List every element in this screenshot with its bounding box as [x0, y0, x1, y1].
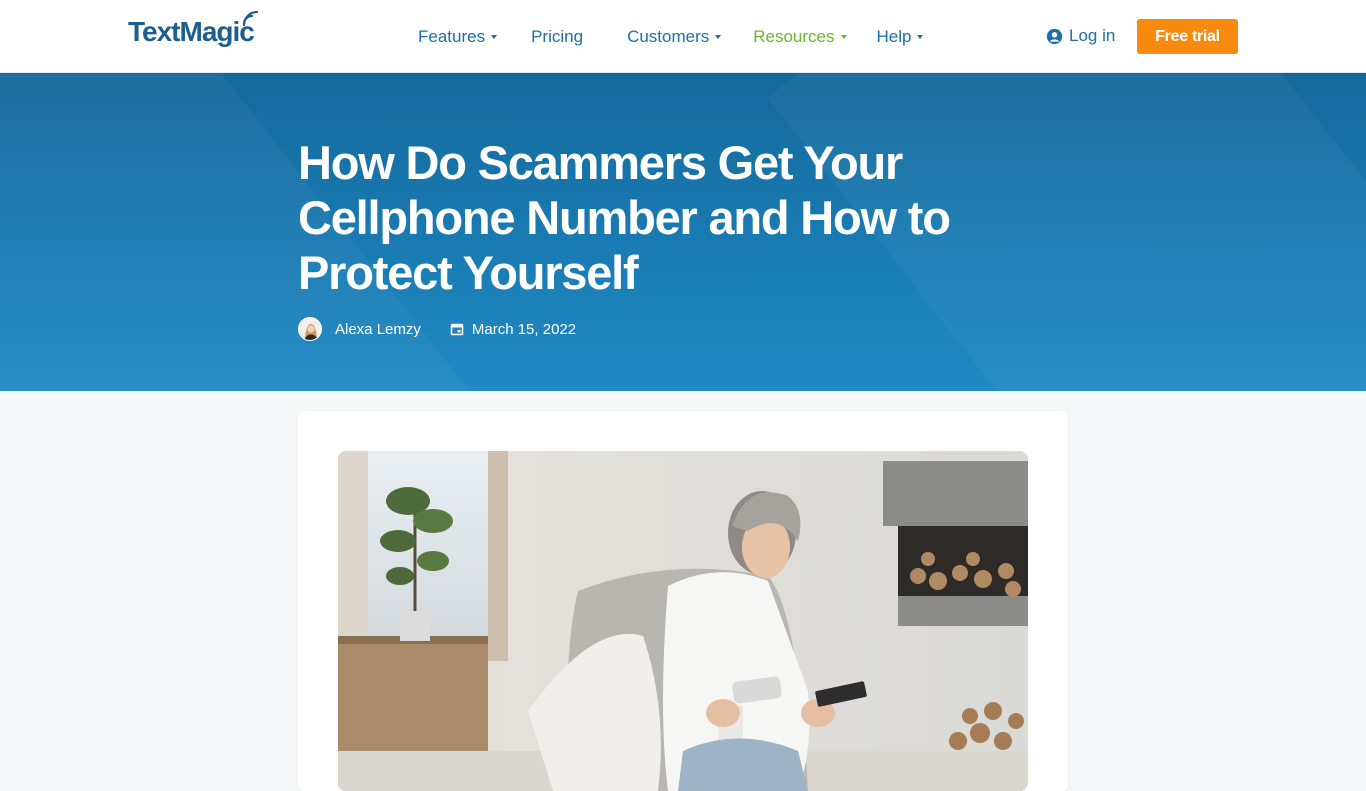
- free-trial-button[interactable]: Free trial: [1137, 19, 1238, 54]
- site-header: TextMagic Features Pricing Customers Res…: [0, 0, 1366, 73]
- article-meta: Alexa Lemzy March 15, 2022: [298, 317, 576, 341]
- nav-resources[interactable]: Resources: [753, 26, 847, 48]
- nav-resources-label: Resources: [753, 27, 835, 46]
- main-nav: Features Pricing Customers Resources Hel…: [418, 26, 924, 48]
- nav-features[interactable]: Features: [418, 26, 498, 48]
- calendar-icon: [450, 323, 464, 336]
- nav-help[interactable]: Help: [877, 26, 924, 48]
- logo[interactable]: TextMagic: [128, 10, 259, 48]
- login-link[interactable]: Log in: [1046, 26, 1115, 46]
- login-label: Log in: [1069, 26, 1116, 45]
- nav-customers-label: Customers: [627, 27, 710, 46]
- chevron-down-icon: [840, 35, 847, 39]
- chevron-down-icon: [715, 35, 722, 39]
- nav-pricing[interactable]: Pricing: [531, 26, 583, 48]
- signal-icon: [242, 10, 259, 27]
- author-avatar[interactable]: [298, 317, 322, 341]
- chevron-down-icon: [917, 35, 924, 39]
- article-body-card: [298, 411, 1068, 791]
- nav-customers[interactable]: Customers: [627, 26, 722, 48]
- chevron-down-icon: [491, 35, 498, 39]
- featured-image-illustration: [338, 451, 1028, 791]
- publish-date: March 15, 2022: [471, 320, 577, 338]
- author-name[interactable]: Alexa Lemzy: [335, 321, 421, 338]
- logo-text: TextMagic: [128, 16, 255, 47]
- article-featured-image: [338, 451, 1028, 791]
- nav-pricing-label: Pricing: [531, 27, 584, 46]
- user-circle-icon: [1046, 28, 1063, 44]
- article-hero: How Do Scammers Get Your Cellphone Numbe…: [0, 73, 1366, 391]
- article-title: How Do Scammers Get Your Cellphone Numbe…: [298, 136, 951, 299]
- nav-help-label: Help: [876, 27, 912, 46]
- nav-features-label: Features: [418, 27, 486, 46]
- avatar-image: [299, 318, 321, 340]
